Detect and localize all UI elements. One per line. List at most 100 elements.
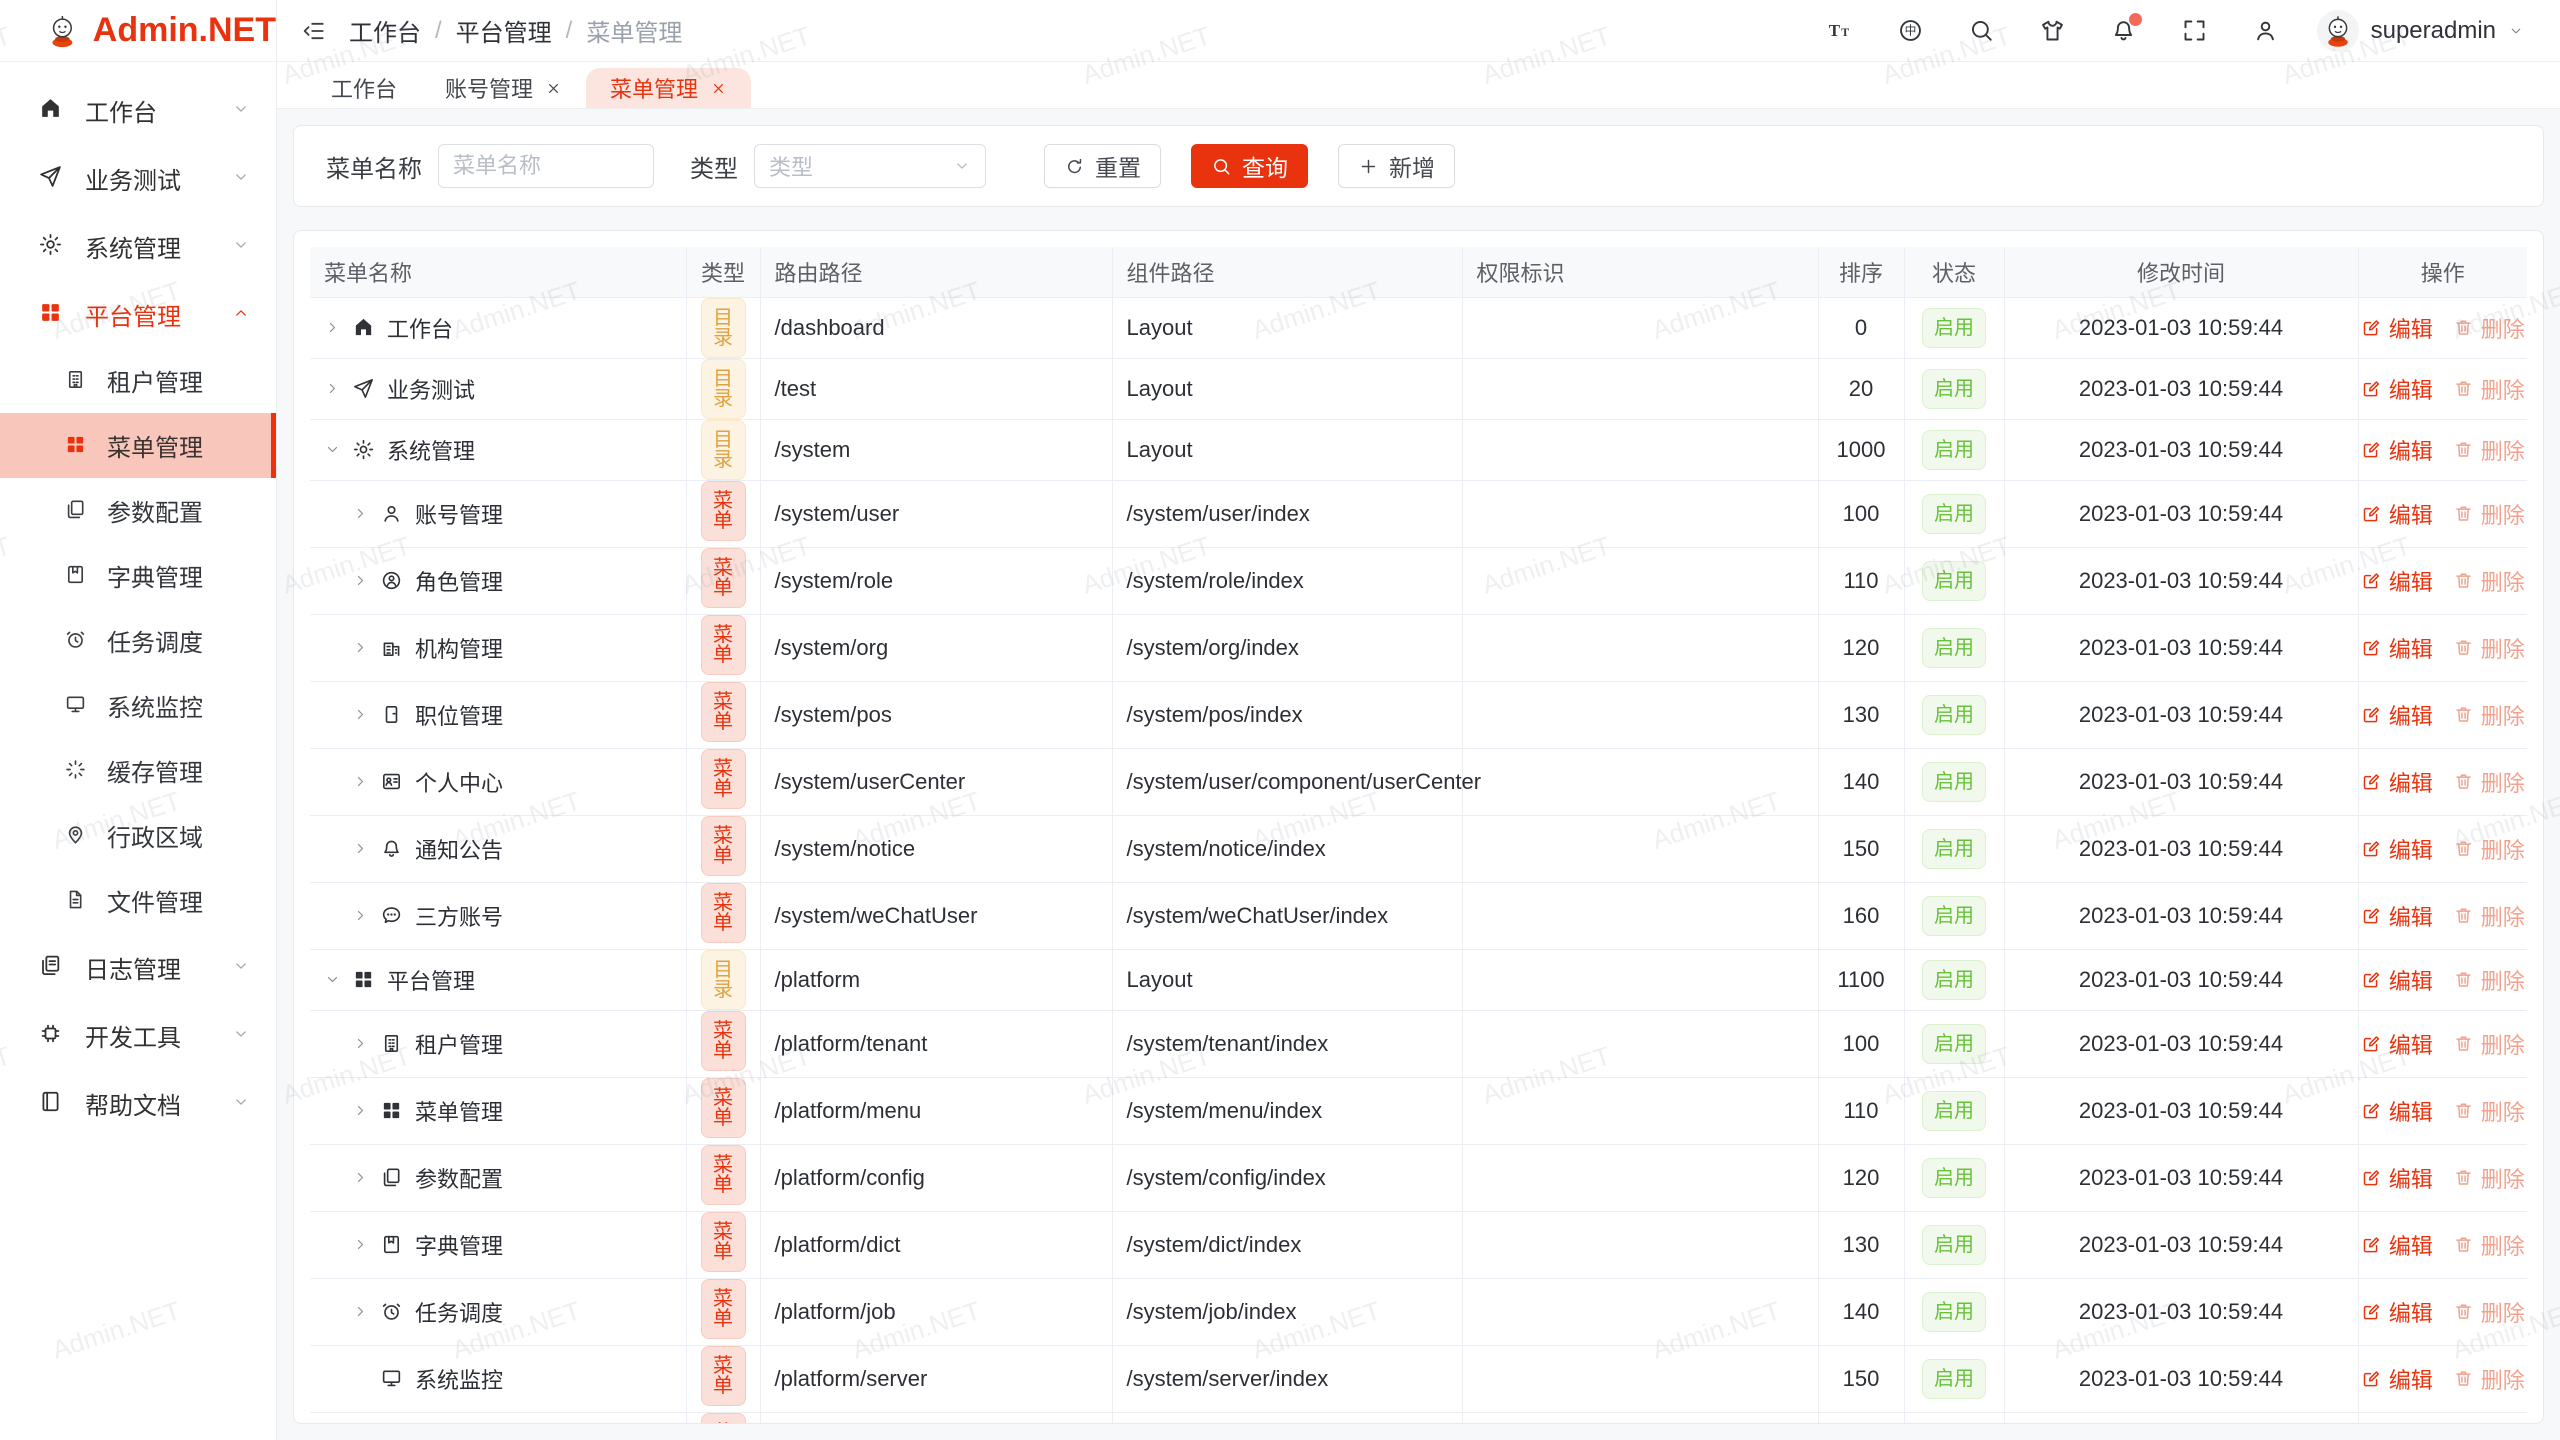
sidebar-item[interactable]: 业务测试 [0,144,276,212]
delete-button[interactable]: 删除 [2453,1095,2525,1127]
edit-button[interactable]: 编辑 [2361,900,2433,932]
edit-button[interactable]: 编辑 [2361,373,2433,405]
reset-button[interactable]: 重置 [1044,144,1161,188]
sidebar-subitem[interactable]: 租户管理 [0,348,276,413]
expand-row-icon[interactable] [352,505,380,522]
sidebar-item[interactable]: 平台管理 [0,280,276,348]
sidebar-subitem[interactable]: 文件管理 [0,868,276,933]
top-header: 工作台/平台管理/菜单管理 superadmin [277,0,2560,62]
delete-button[interactable]: 删除 [2453,434,2525,466]
route-path: /system/weChatUser [760,882,1112,949]
type-select[interactable]: 类型 [754,144,986,188]
delete-button[interactable]: 删除 [2453,373,2525,405]
sidebar-item[interactable]: 系统管理 [0,212,276,280]
edit-button[interactable]: 编辑 [2361,1229,2433,1261]
sidebar-subitem[interactable]: 参数配置 [0,478,276,543]
edit-button[interactable]: 编辑 [2361,833,2433,865]
edit-button[interactable]: 编辑 [2361,766,2433,798]
tab-账号管理[interactable]: 账号管理 [421,68,586,108]
sidebar-subitem[interactable]: 任务调度 [0,608,276,673]
menu-name-input[interactable] [438,144,654,188]
delete-button[interactable]: 删除 [2453,833,2525,865]
fullscreen-icon[interactable] [2181,17,2208,44]
expand-row-icon[interactable] [352,1035,380,1052]
sidebar-subitem[interactable]: 菜单管理 [0,413,276,478]
sidebar-subitem[interactable]: 缓存管理 [0,738,276,803]
expand-row-icon[interactable] [352,639,380,656]
tab-菜单管理[interactable]: 菜单管理 [586,68,751,108]
sidebar-subitem[interactable]: 行政区域 [0,803,276,868]
brand-mascot-icon [44,10,81,52]
expand-row-icon[interactable] [352,1236,380,1253]
edit-button[interactable]: 编辑 [2361,632,2433,664]
sidebar-item[interactable]: 帮助文档 [0,1069,276,1137]
breadcrumb-item[interactable]: 工作台 [349,13,421,48]
expand-row-icon[interactable] [352,840,380,857]
edit-button[interactable]: 编辑 [2361,1095,2433,1127]
edit-button[interactable]: 编辑 [2361,1363,2433,1395]
menu-name: 职位管理 [415,699,503,731]
delete-button[interactable]: 删除 [2453,1363,2525,1395]
sidebar-item[interactable]: 开发工具 [0,1001,276,1069]
person-icon[interactable] [2252,17,2279,44]
close-icon[interactable] [710,80,727,97]
expand-row-icon[interactable] [352,1303,380,1320]
delete-button[interactable]: 删除 [2453,1229,2525,1261]
expand-row-icon[interactable] [352,1169,380,1186]
delete-button[interactable]: 删除 [2453,964,2525,996]
search-button[interactable]: 查询 [1191,144,1308,188]
expand-row-icon[interactable] [352,907,380,924]
edit-button[interactable]: 编辑 [2361,1028,2433,1060]
sort-value: 120 [1818,614,1904,681]
component-path: /system/weChatUser/index [1112,882,1462,949]
sidebar-subitem[interactable]: 字典管理 [0,543,276,608]
close-icon[interactable] [545,80,562,97]
edit-label: 编辑 [2389,833,2433,865]
delete-button[interactable]: 删除 [2453,498,2525,530]
add-button[interactable]: 新增 [1338,144,1455,188]
fontsize-icon[interactable] [1826,17,1853,44]
expand-row-icon[interactable] [324,319,352,336]
notification-icon[interactable] [2110,17,2137,44]
delete-button[interactable]: 删除 [2453,1296,2525,1328]
language-icon[interactable] [1897,17,1924,44]
sidebar-subitem[interactable]: 系统监控 [0,673,276,738]
expand-row-icon[interactable] [324,380,352,397]
edit-button[interactable]: 编辑 [2361,964,2433,996]
edit-button[interactable]: 编辑 [2361,498,2433,530]
expand-row-icon[interactable] [352,1102,380,1119]
sidebar-item[interactable]: 日志管理 [0,933,276,1001]
tree-node: 三方账号 [324,900,672,932]
theme-icon[interactable] [2039,17,2066,44]
delete-button[interactable]: 删除 [2453,900,2525,932]
delete-button[interactable]: 删除 [2453,312,2525,344]
edit-button[interactable]: 编辑 [2361,1162,2433,1194]
component-path: /system/user/component/userCenter [1112,748,1462,815]
search-icon[interactable] [1968,17,1995,44]
trash-icon [2453,1167,2474,1188]
delete-button[interactable]: 删除 [2453,1028,2525,1060]
delete-button[interactable]: 删除 [2453,699,2525,731]
edit-icon [2361,704,2382,725]
delete-button[interactable]: 删除 [2453,766,2525,798]
tab-工作台[interactable]: 工作台 [307,68,421,108]
delete-button[interactable]: 删除 [2453,565,2525,597]
sidebar-subitem-label: 租户管理 [107,363,203,398]
edit-button[interactable]: 编辑 [2361,699,2433,731]
expand-row-icon[interactable] [352,572,380,589]
collapse-row-icon[interactable] [324,441,352,458]
edit-button[interactable]: 编辑 [2361,565,2433,597]
delete-button[interactable]: 删除 [2453,632,2525,664]
user-menu[interactable]: superadmin [2317,10,2524,52]
edit-button[interactable]: 编辑 [2361,434,2433,466]
status-cell: 启用 [1904,1211,2004,1278]
collapse-sidebar-icon[interactable] [301,18,327,44]
breadcrumb-item[interactable]: 平台管理 [456,13,552,48]
expand-row-icon[interactable] [352,773,380,790]
expand-row-icon[interactable] [352,706,380,723]
sidebar-item[interactable]: 工作台 [0,76,276,144]
edit-button[interactable]: 编辑 [2361,1296,2433,1328]
delete-button[interactable]: 删除 [2453,1162,2525,1194]
collapse-row-icon[interactable] [324,971,352,988]
edit-button[interactable]: 编辑 [2361,312,2433,344]
